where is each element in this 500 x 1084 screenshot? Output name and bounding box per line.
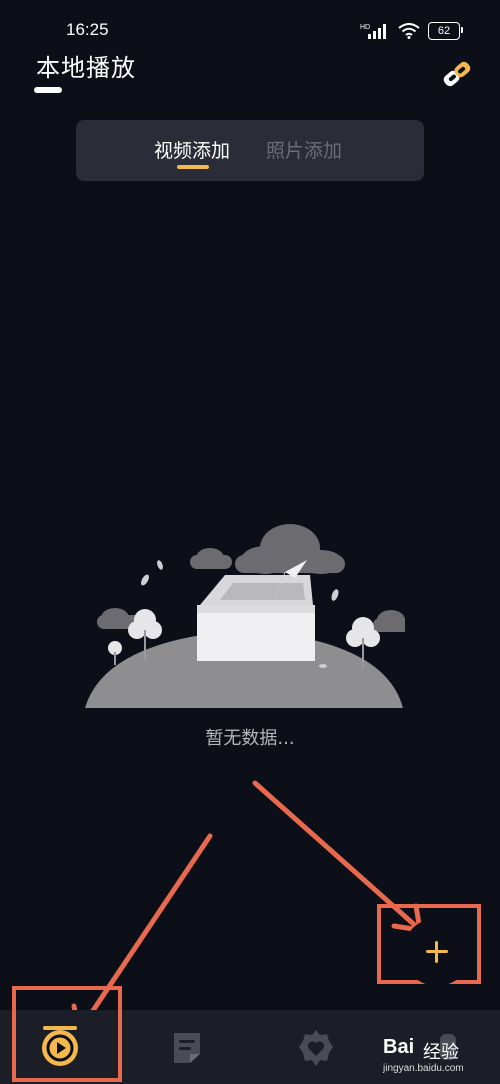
battery-icon: 62 — [428, 22, 463, 40]
status-time: 16:25 — [66, 20, 109, 39]
watermark-logo: Bai — [383, 1036, 415, 1058]
watermark-url: jingyan.baidu.com — [383, 1063, 464, 1074]
link-icon — [443, 61, 471, 87]
tab-active-indicator — [177, 165, 209, 169]
tab-video-add[interactable]: 视频添加 — [154, 136, 230, 163]
battery-level: 62 — [437, 25, 451, 37]
nav-highlight-box — [12, 986, 122, 1082]
notes-icon — [174, 1033, 200, 1063]
status-bar: 16:25 HD 62 — [0, 0, 500, 48]
signal-icon: HD — [360, 24, 386, 39]
tab-bar: 视频添加 照片添加 — [76, 120, 424, 181]
status-icons: HD 62 — [360, 20, 463, 42]
nav-item-favorites[interactable] — [298, 1028, 334, 1068]
baidu-watermark: Bai 经验 jingyan.baidu.com — [383, 1030, 495, 1080]
page-title: 本地播放 — [36, 54, 136, 82]
wifi-icon — [398, 23, 420, 39]
empty-box-illustration — [85, 524, 405, 708]
add-button[interactable] — [403, 918, 471, 986]
link-button[interactable] — [440, 58, 474, 90]
heart-icon — [299, 1030, 333, 1066]
network-label: HD — [360, 24, 370, 31]
watermark-text: 经验 — [423, 1042, 459, 1063]
title-underline — [34, 87, 62, 93]
nav-item-notes[interactable] — [170, 1030, 204, 1066]
tab-photo-add[interactable]: 照片添加 — [266, 136, 342, 163]
empty-state-text: 暂无数据... — [205, 728, 295, 749]
